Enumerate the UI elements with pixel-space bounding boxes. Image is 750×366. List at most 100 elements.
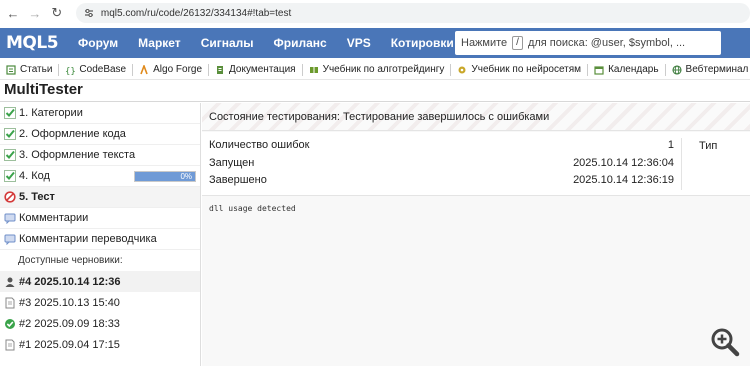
address-bar[interactable]: mql5.com/ru/code/26132/334134#!tab=test — [75, 3, 750, 23]
browser-toolbar: ← → ↻ mql5.com/ru/code/26132/334134#!tab… — [0, 0, 750, 26]
stat-row: Запущен 2025.10.14 12:36:04 — [209, 157, 674, 174]
bookmark-codebase[interactable]: {} CodeBase — [65, 64, 127, 77]
site-navbar: MQL5 Форум Маркет Сигналы Фриланс VPS Котиров… — [0, 28, 750, 58]
code-progress-bar: 0% — [134, 171, 196, 182]
bookmark-label: Документация — [229, 64, 296, 75]
bookmark-separator — [450, 63, 452, 76]
back-arrow-icon[interactable]: ← — [6, 5, 20, 21]
bookmark-separator — [587, 63, 589, 76]
type-column-header: Тип — [699, 140, 718, 152]
sidebar-step-2[interactable]: 2. Оформление кода — [0, 124, 200, 145]
nav-item-0[interactable]: Форум — [78, 36, 118, 50]
title-divider — [0, 101, 750, 102]
search-hint-suffix: для поиска: @user, $symbol, ... — [527, 37, 686, 49]
sidebar-step-1[interactable]: 1. Категории — [0, 103, 200, 124]
nav-item-3[interactable]: Фриланс — [274, 36, 327, 50]
zoom-in-icon[interactable] — [710, 327, 740, 357]
sidebar-comment-label: Комментарии переводчика — [19, 233, 157, 245]
bookmark-label: CodeBase — [79, 64, 127, 75]
sidebar-comment-label: Комментарии — [19, 212, 89, 224]
nav-item-4[interactable]: VPS — [347, 36, 371, 50]
stat-row: Количество ошибок 1 — [209, 139, 674, 156]
test-status-text: Состояние тестирования: Тестирование зав… — [209, 110, 550, 123]
bookmark-separator — [301, 63, 303, 76]
bookmark-articles[interactable]: Статьи — [6, 64, 52, 75]
stat-value: 1 — [667, 139, 674, 151]
logo-text: MQL5 — [6, 33, 59, 53]
book-icon — [309, 65, 319, 75]
reload-icon[interactable]: ↻ — [50, 5, 64, 21]
drafts-label: Доступные черновики: — [18, 255, 123, 266]
checkbox-checked-icon — [4, 128, 16, 140]
draft-label: #1 2025.09.04 17:15 — [19, 338, 120, 351]
sidebar-step-label: 4. Код — [19, 170, 50, 182]
search-hint-prefix: Нажмите — [461, 37, 508, 49]
stat-label: Количество ошибок — [209, 139, 310, 151]
neural-icon — [457, 65, 467, 75]
sidebar: 1. Категории 2. Оформление кода 3. Оформле… — [0, 103, 201, 366]
stat-row: Завершено 2025.10.14 12:36:19 — [209, 174, 674, 191]
bookmark-calendar[interactable]: Календарь — [594, 64, 659, 75]
sidebar-step-label: 1. Категории — [19, 107, 83, 119]
bookmark-docs[interactable]: Документация — [215, 64, 296, 75]
draft-label: #3 2025.10.13 15:40 — [19, 296, 120, 309]
sidebar-step-3[interactable]: 3. Оформление текста — [0, 145, 200, 166]
bookmarks-bar: Статьи {} CodeBase Algo Forge Документация Уч… — [0, 60, 750, 80]
sidebar-translator-comments[interactable]: Комментарии переводчика — [0, 229, 200, 250]
draft-label: #4 2025.10.14 12:36 — [19, 275, 121, 288]
bookmark-separator — [208, 63, 210, 76]
search-input[interactable]: Нажмите / для поиска: @user, $symbol, ..… — [455, 31, 721, 55]
nav-item-1[interactable]: Маркет — [138, 36, 181, 50]
bookmark-label: Вебтерминал — [685, 64, 749, 75]
test-log-output: dll usage detected — [209, 204, 296, 213]
bookmark-label: Статьи — [20, 64, 53, 75]
error-icon — [4, 191, 16, 203]
draft-item[interactable]: #3 2025.10.13 15:40 — [0, 292, 200, 313]
stat-value: 2025.10.14 12:36:04 — [573, 156, 674, 169]
sidebar-step-label: 2. Оформление кода — [19, 128, 126, 140]
document-icon — [4, 297, 16, 309]
test-results-panel: Состояние тестирования: Тестирование зав… — [202, 103, 750, 366]
calendar-icon — [594, 65, 604, 75]
forward-arrow-icon[interactable]: → — [28, 5, 42, 21]
comment-icon — [4, 212, 16, 225]
sidebar-step-label: 3. Оформление текста — [19, 149, 136, 161]
sidebar-step-5[interactable]: 5. Тест — [0, 187, 200, 208]
checkbox-checked-icon — [4, 149, 16, 161]
globe-icon — [671, 64, 682, 75]
draft-label: #2 2025.09.09 18:33 — [19, 317, 120, 330]
algoforge-icon — [139, 63, 149, 75]
bookmark-separator — [58, 63, 60, 76]
url-text: mql5.com/ru/code/26132/334134#!tab=test — [100, 7, 292, 19]
stats-divider — [681, 138, 682, 190]
document-icon — [4, 339, 16, 351]
codebase-icon: {} — [65, 65, 76, 77]
bookmark-label: Учебник по алготрейдингу — [322, 64, 445, 75]
test-status-banner: Состояние тестирования: Тестирование зав… — [202, 103, 750, 131]
svg-text:{}: {} — [65, 67, 75, 75]
bookmark-label: Учебник по нейросетям — [471, 64, 582, 75]
bookmark-algoforge[interactable]: Algo Forge — [139, 63, 202, 75]
bookmark-book[interactable]: Учебник по алготрейдингу — [309, 64, 445, 75]
sidebar-step-label: 5. Тест — [19, 191, 55, 203]
draft-item[interactable]: #4 2025.10.14 12:36 — [0, 271, 200, 292]
stat-label: Запущен — [209, 156, 255, 169]
nav-item-2[interactable]: Сигналы — [201, 36, 254, 50]
checkbox-checked-icon — [4, 170, 16, 182]
sidebar-step-4[interactable]: 4. Код 0% — [0, 166, 200, 187]
stat-label: Завершено — [209, 174, 267, 186]
bookmark-globe[interactable]: Вебтерминал — [671, 64, 749, 75]
nav-item-5[interactable]: Котировки — [391, 36, 454, 50]
site-settings-icon[interactable] — [84, 8, 94, 18]
page-title: MultiTester — [4, 81, 83, 98]
draft-item[interactable]: #1 2025.09.04 17:15 — [0, 334, 200, 355]
bookmark-neural[interactable]: Учебник по нейросетям — [457, 64, 581, 75]
stat-value: 2025.10.14 12:36:19 — [573, 174, 674, 186]
main-menu: Форум Маркет Сигналы Фриланс VPS Котировки — [78, 36, 474, 50]
draft-item[interactable]: #2 2025.09.09 18:33 — [0, 313, 200, 334]
check-icon — [4, 318, 16, 330]
mql5-logo[interactable]: MQL5 — [6, 32, 62, 54]
progress-text: 0% — [180, 172, 192, 181]
bookmark-label: Календарь — [608, 64, 659, 75]
sidebar-comments[interactable]: Комментарии — [0, 208, 200, 229]
